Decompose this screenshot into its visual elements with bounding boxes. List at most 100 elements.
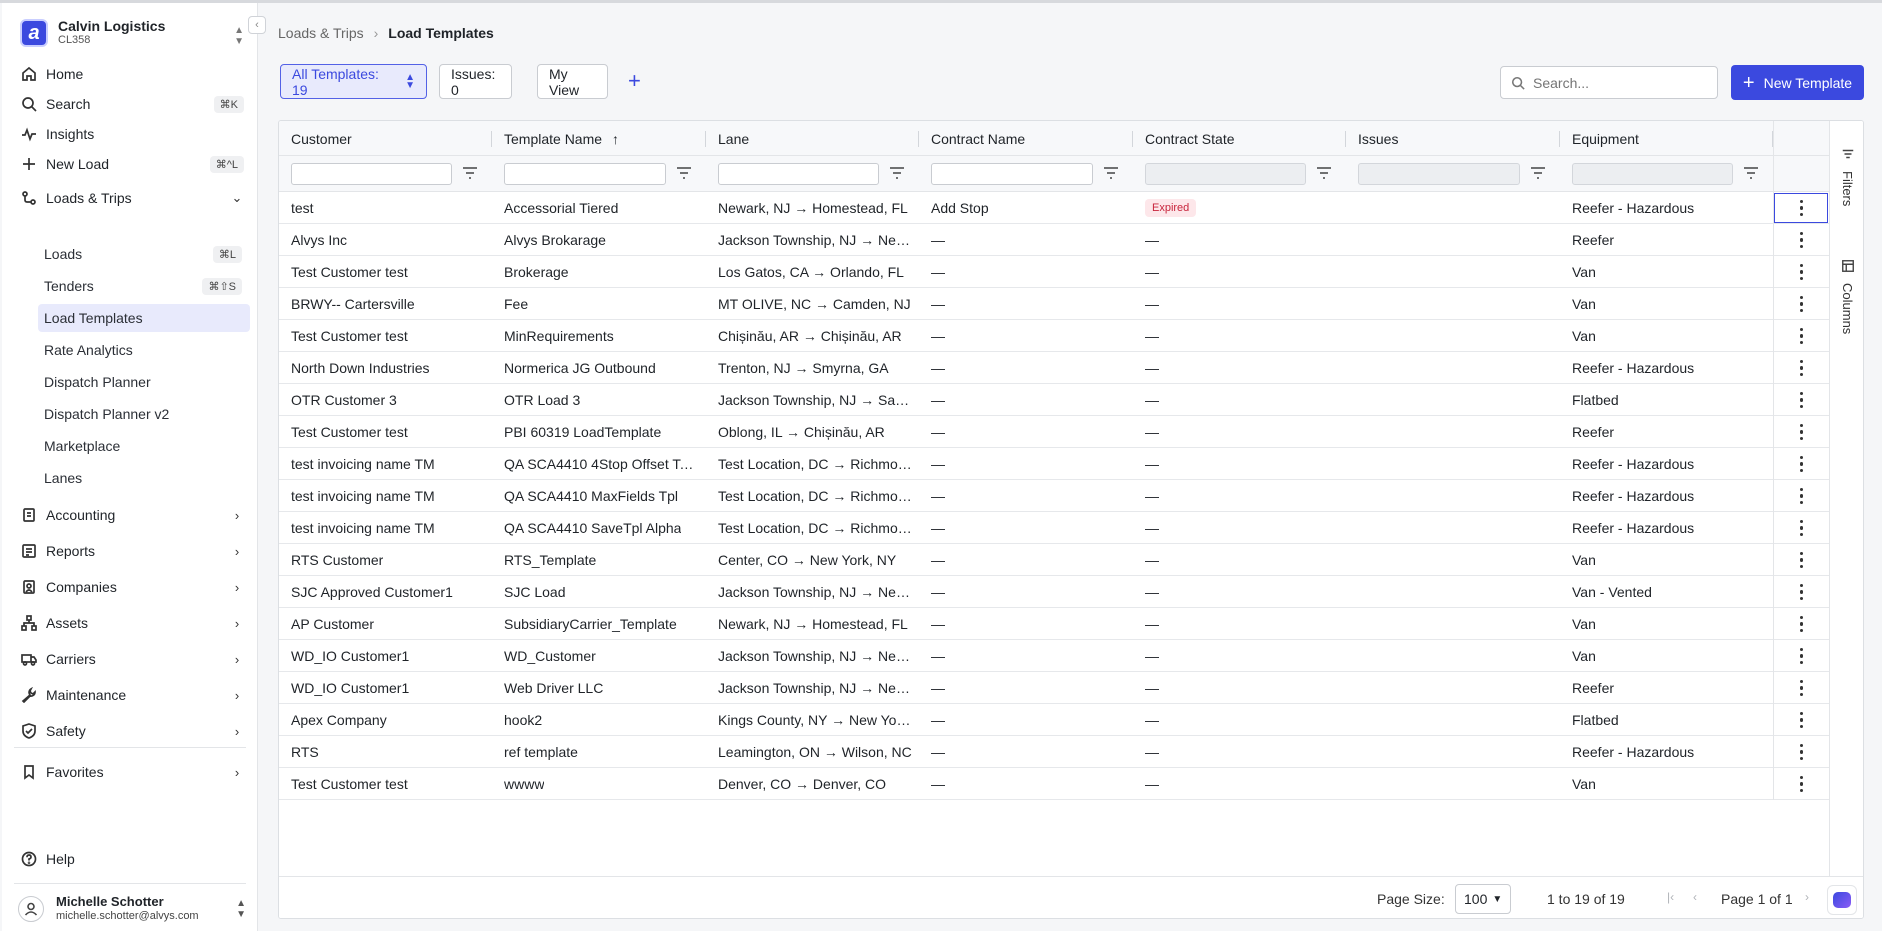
table-row[interactable]: WD_IO Customer1 Web Driver LLC Jackson Tow…: [279, 672, 1829, 704]
nav-search[interactable]: Search ⌘K: [20, 90, 244, 118]
table-row[interactable]: Test Customer test PBI 60319 LoadTemplate…: [279, 416, 1829, 448]
row-actions-button[interactable]: [1773, 640, 1829, 672]
nav-safety[interactable]: Safety ›: [20, 717, 244, 745]
row-actions-button[interactable]: [1773, 416, 1829, 448]
page-size-select[interactable]: 100 ▼: [1455, 884, 1511, 914]
table-row[interactable]: OTR Customer 3 OTR Load 3 Jackson Township…: [279, 384, 1829, 416]
table-row[interactable]: RTS Customer RTS_Template Center, CO → New…: [279, 544, 1829, 576]
table-row[interactable]: test invoicing name TM QA SCA4410 MaxFiel…: [279, 480, 1829, 512]
my-view-button[interactable]: My View: [537, 64, 608, 99]
issues-view-button[interactable]: Issues: 0: [439, 64, 512, 99]
search-input[interactable]: [1533, 74, 1703, 91]
row-actions-button[interactable]: [1773, 256, 1829, 288]
sidebar-item-rate-analytics[interactable]: Rate Analytics: [38, 336, 250, 364]
user-menu[interactable]: Michelle Schotter michelle.schotter@alvy…: [18, 892, 246, 926]
sidebar-item-dispatch-planner[interactable]: Dispatch Planner: [38, 368, 250, 396]
row-actions-button[interactable]: [1773, 544, 1829, 576]
filter-icon[interactable]: [676, 166, 692, 180]
collapse-sidebar-button[interactable]: ‹: [248, 16, 266, 34]
sidebar-item-label: Dispatch Planner: [44, 374, 151, 390]
filter-icon[interactable]: [462, 166, 478, 180]
filter-input-lane[interactable]: [718, 163, 879, 185]
nav-maintenance[interactable]: Maintenance ›: [20, 681, 244, 709]
sidebar-item-tenders[interactable]: Tenders ⌘⇧S: [38, 272, 250, 300]
search-field[interactable]: [1500, 66, 1718, 99]
cell-equipment: Van: [1560, 608, 1767, 640]
add-view-plus-icon[interactable]: +: [628, 70, 641, 92]
nav-insights[interactable]: Insights: [20, 120, 244, 148]
table-row[interactable]: SJC Approved Customer1 SJC Load Jackson To…: [279, 576, 1829, 608]
column-header-equipment[interactable]: Equipment: [1560, 121, 1773, 156]
next-page-icon[interactable]: ›: [1805, 890, 1809, 904]
table-row[interactable]: Test Customer test wwww Denver, CO → Denve…: [279, 768, 1829, 800]
column-header-contract-state[interactable]: Contract State: [1133, 121, 1346, 156]
row-actions-button[interactable]: [1773, 736, 1829, 768]
columns-tab[interactable]: Columns: [1830, 259, 1863, 334]
sidebar-item-lanes[interactable]: Lanes: [38, 464, 250, 492]
column-header-template-name[interactable]: Template Name ↑: [492, 121, 706, 156]
column-header-customer[interactable]: Customer: [279, 121, 492, 156]
nav-assets[interactable]: Assets ›: [20, 609, 244, 637]
row-actions-button[interactable]: [1773, 384, 1829, 416]
nav-accounting[interactable]: Accounting ›: [20, 501, 244, 529]
all-templates-view-select[interactable]: All Templates: 19 ▲ ▼: [280, 64, 427, 99]
nav-favorites[interactable]: Favorites ›: [20, 758, 244, 786]
column-header-issues[interactable]: Issues: [1346, 121, 1560, 156]
table-row[interactable]: North Down Industries Normerica JG Outbou…: [279, 352, 1829, 384]
nav-reports[interactable]: Reports ›: [20, 537, 244, 565]
filter-input-customer[interactable]: [291, 163, 452, 185]
table-row[interactable]: BRWY-- Cartersville Fee MT OLIVE, NC → Cam…: [279, 288, 1829, 320]
row-actions-button[interactable]: [1773, 672, 1829, 704]
first-page-icon[interactable]: |‹: [1667, 890, 1674, 904]
table-row[interactable]: Test Customer test MinRequirements Chișină…: [279, 320, 1829, 352]
column-header-contract-name[interactable]: Contract Name: [919, 121, 1133, 156]
row-actions-button[interactable]: [1773, 512, 1829, 544]
new-template-button[interactable]: + New Template: [1731, 65, 1864, 100]
table-row[interactable]: Test Customer test Brokerage Los Gatos, CA…: [279, 256, 1829, 288]
nav-loads-trips[interactable]: Loads & Trips ⌄: [20, 184, 244, 212]
nav-carriers[interactable]: Carriers ›: [20, 645, 244, 673]
sidebar-item-marketplace[interactable]: Marketplace: [38, 432, 250, 460]
table-row[interactable]: Alvys Inc Alvys Brokarage Jackson Township…: [279, 224, 1829, 256]
row-actions-button[interactable]: [1773, 448, 1829, 480]
table-row[interactable]: test invoicing name TM QA SCA4410 SaveTpl…: [279, 512, 1829, 544]
table-row[interactable]: AP Customer SubsidiaryCarrier_Template New…: [279, 608, 1829, 640]
row-actions-button[interactable]: [1773, 608, 1829, 640]
nav-help[interactable]: Help: [20, 845, 244, 873]
filters-tab[interactable]: Filters: [1830, 147, 1863, 206]
sidebar-item-dispatch-planner-v2[interactable]: Dispatch Planner v2: [38, 400, 250, 428]
nav-new-load[interactable]: New Load ⌘^L: [20, 150, 244, 178]
row-actions-button[interactable]: [1773, 704, 1829, 736]
column-resize-handle[interactable]: [1772, 131, 1773, 147]
table-row[interactable]: test invoicing name TM QA SCA4410 4Stop O…: [279, 448, 1829, 480]
table-row[interactable]: test Accessorial Tiered Newark, NJ → Homes…: [279, 192, 1829, 224]
row-actions-button[interactable]: [1773, 192, 1829, 224]
row-actions-button[interactable]: [1773, 768, 1829, 800]
filter-icon[interactable]: [1103, 166, 1119, 180]
table-row[interactable]: RTS ref template Leamington, ON → Wilson, …: [279, 736, 1829, 768]
row-actions-button[interactable]: [1773, 480, 1829, 512]
table-row[interactable]: WD_IO Customer1 WD_Customer Jackson Townsh…: [279, 640, 1829, 672]
filter-input-contract-name[interactable]: [931, 163, 1093, 185]
filter-icon[interactable]: [889, 166, 905, 180]
column-header-lane[interactable]: Lane: [706, 121, 919, 156]
row-actions-button[interactable]: [1773, 288, 1829, 320]
filter-icon[interactable]: [1743, 166, 1759, 180]
filter-icon[interactable]: [1530, 166, 1546, 180]
table-row[interactable]: Apex Company hook2 Kings County, NY → New …: [279, 704, 1829, 736]
nav-companies[interactable]: Companies ›: [20, 573, 244, 601]
row-actions-button[interactable]: [1773, 352, 1829, 384]
filter-input-template-name[interactable]: [504, 163, 666, 185]
breadcrumb-loads-trips[interactable]: Loads & Trips: [278, 25, 364, 41]
row-actions-button[interactable]: [1773, 320, 1829, 352]
previous-page-icon[interactable]: ‹: [1693, 890, 1697, 904]
cell-value: —: [931, 232, 945, 248]
nav-home[interactable]: Home: [20, 60, 244, 88]
row-actions-button[interactable]: [1773, 576, 1829, 608]
row-actions-button[interactable]: [1773, 224, 1829, 256]
sidebar-item-loads[interactable]: Loads ⌘L: [38, 240, 250, 268]
chat-support-button[interactable]: [1827, 885, 1857, 915]
sidebar-item-load-templates[interactable]: Load Templates: [38, 304, 250, 332]
filter-icon[interactable]: [1316, 166, 1332, 180]
org-switcher[interactable]: a Calvin Logistics CL358 ▲ ▼: [20, 15, 244, 51]
